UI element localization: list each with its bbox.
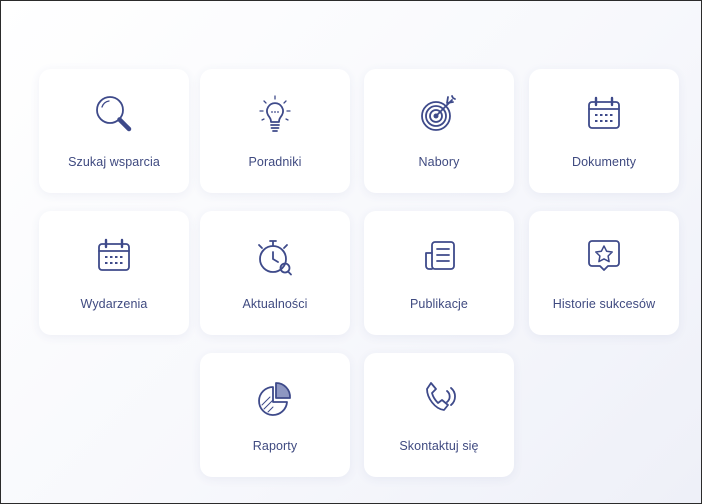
tile-label: Dokumenty: [571, 155, 637, 169]
lightbulb-icon: [248, 87, 302, 141]
tile-skontaktuj-sie[interactable]: Skontaktuj się: [364, 353, 514, 477]
search-icon: [87, 87, 141, 141]
tile-raporty[interactable]: Raporty: [200, 353, 350, 477]
tile-poradniki[interactable]: Poradniki: [200, 69, 350, 193]
tile-aktualnosci[interactable]: Aktualności: [200, 211, 350, 335]
tile-grid-panel: Szukaj wsparcia Poradniki Nabory Dokumen…: [0, 0, 702, 504]
calendar-icon: [577, 87, 631, 141]
phone-call-icon: [412, 371, 466, 425]
tile-label: Aktualności: [242, 297, 308, 311]
document-icon: [412, 229, 466, 283]
target-icon: [412, 87, 466, 141]
tile-label: Szukaj wsparcia: [68, 155, 160, 169]
tile-historie-sukcesow[interactable]: Historie sukcesów: [529, 211, 679, 335]
stopwatch-icon: [248, 229, 302, 283]
tile-label: Nabory: [418, 155, 460, 169]
tile-publikacje[interactable]: Publikacje: [364, 211, 514, 335]
tile-label: Poradniki: [248, 155, 302, 169]
tile-label: Historie sukcesów: [552, 297, 656, 311]
calendar-icon: [87, 229, 141, 283]
pie-chart-icon: [248, 371, 302, 425]
tile-label: Skontaktuj się: [399, 439, 479, 453]
tile-dokumenty[interactable]: Dokumenty: [529, 69, 679, 193]
star-bubble-icon: [577, 229, 631, 283]
tile-label: Raporty: [252, 439, 298, 453]
tile-label: Wydarzenia: [80, 297, 148, 311]
tile-label: Publikacje: [410, 297, 468, 311]
tile-szukaj-wsparcia[interactable]: Szukaj wsparcia: [39, 69, 189, 193]
tile-wydarzenia[interactable]: Wydarzenia: [39, 211, 189, 335]
tile-nabory[interactable]: Nabory: [364, 69, 514, 193]
